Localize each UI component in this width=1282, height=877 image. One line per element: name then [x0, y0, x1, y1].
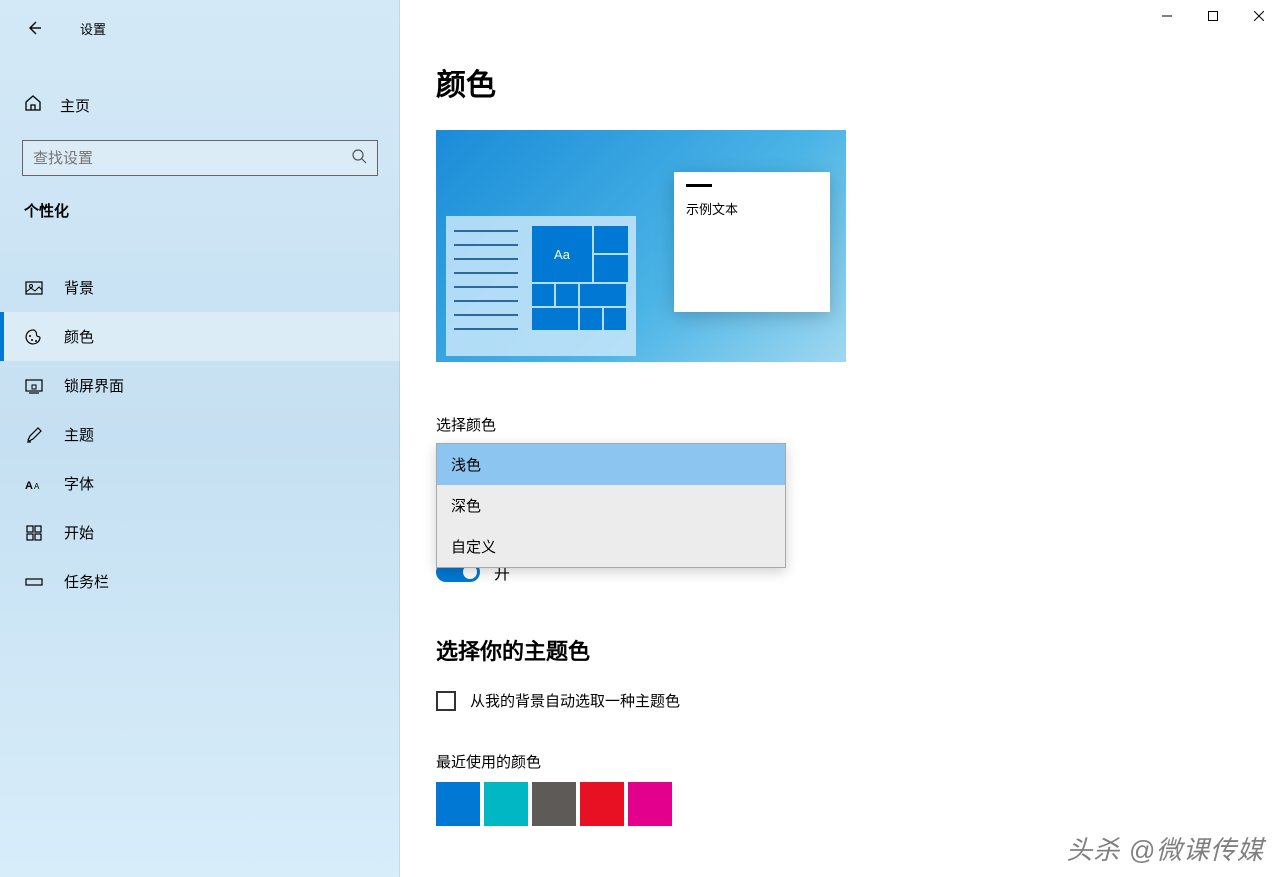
font-icon: AA	[24, 474, 44, 494]
color-swatch[interactable]	[532, 782, 576, 826]
recent-colors-label: 最近使用的颜色	[436, 751, 1246, 772]
nav-list: 背景 颜色 锁屏界面 主题 AA 字体 开始	[0, 263, 400, 606]
watermark-text: 头杀 @微课传媒	[1066, 830, 1264, 867]
color-preview: Aa 示例文本	[436, 130, 846, 362]
color-mode-dropdown[interactable]: 浅色 深色 自定义	[436, 443, 786, 568]
color-swatch[interactable]	[484, 782, 528, 826]
sidebar-item-label: 字体	[64, 473, 94, 494]
start-icon	[24, 523, 44, 543]
page-title: 颜色	[436, 60, 1246, 104]
sidebar-item-home[interactable]: 主页	[0, 84, 400, 126]
sidebar-item-fonts[interactable]: AA 字体	[0, 459, 400, 508]
sidebar-item-lockscreen[interactable]: 锁屏界面	[0, 361, 400, 410]
minimize-button[interactable]	[1144, 0, 1190, 32]
auto-accent-checkbox-row[interactable]: 从我的背景自动选取一种主题色	[436, 690, 1246, 711]
sidebar-item-themes[interactable]: 主题	[0, 410, 400, 459]
category-title: 个性化	[0, 176, 400, 231]
close-button[interactable]	[1236, 0, 1282, 32]
sidebar-item-label: 锁屏界面	[64, 375, 124, 396]
dropdown-option-light[interactable]: 浅色	[437, 444, 785, 485]
svg-text:A: A	[34, 482, 40, 491]
svg-text:A: A	[25, 480, 33, 492]
dropdown-option-custom[interactable]: 自定义	[437, 526, 785, 567]
home-label: 主页	[60, 95, 90, 116]
choose-color-label: 选择颜色	[436, 414, 1246, 435]
color-swatch[interactable]	[580, 782, 624, 826]
sidebar: 设置 主页 个性化 背景 颜色 锁	[0, 0, 400, 877]
sidebar-item-label: 颜色	[64, 326, 94, 347]
lockscreen-icon	[24, 376, 44, 396]
sidebar-item-label: 任务栏	[64, 571, 109, 592]
brush-icon	[24, 425, 44, 445]
dropdown-option-dark[interactable]: 深色	[437, 485, 785, 526]
sidebar-item-label: 背景	[64, 277, 94, 298]
sidebar-item-start[interactable]: 开始	[0, 508, 400, 557]
preview-tile-text: Aa	[532, 226, 592, 282]
palette-icon	[24, 327, 44, 347]
sidebar-item-colors[interactable]: 颜色	[0, 312, 400, 361]
home-icon	[24, 94, 42, 116]
maximize-button[interactable]	[1190, 0, 1236, 32]
sidebar-item-label: 开始	[64, 522, 94, 543]
sidebar-item-background[interactable]: 背景	[0, 263, 400, 312]
app-title: 设置	[80, 19, 106, 38]
search-field[interactable]	[33, 150, 351, 167]
accent-heading: 选择你的主题色	[436, 634, 1246, 666]
image-icon	[24, 278, 44, 298]
sidebar-item-taskbar[interactable]: 任务栏	[0, 557, 400, 606]
search-input[interactable]	[22, 140, 378, 176]
search-icon	[351, 148, 367, 169]
auto-accent-label: 从我的背景自动选取一种主题色	[470, 690, 680, 711]
sidebar-item-label: 主题	[64, 424, 94, 445]
color-swatch[interactable]	[436, 782, 480, 826]
recent-color-swatches	[436, 782, 1246, 826]
content-area: 颜色 Aa	[400, 0, 1282, 877]
preview-sample-text: 示例文本	[686, 199, 818, 218]
color-swatch[interactable]	[628, 782, 672, 826]
back-button[interactable]	[14, 8, 54, 48]
taskbar-icon	[24, 572, 44, 592]
checkbox-icon[interactable]	[436, 691, 456, 711]
